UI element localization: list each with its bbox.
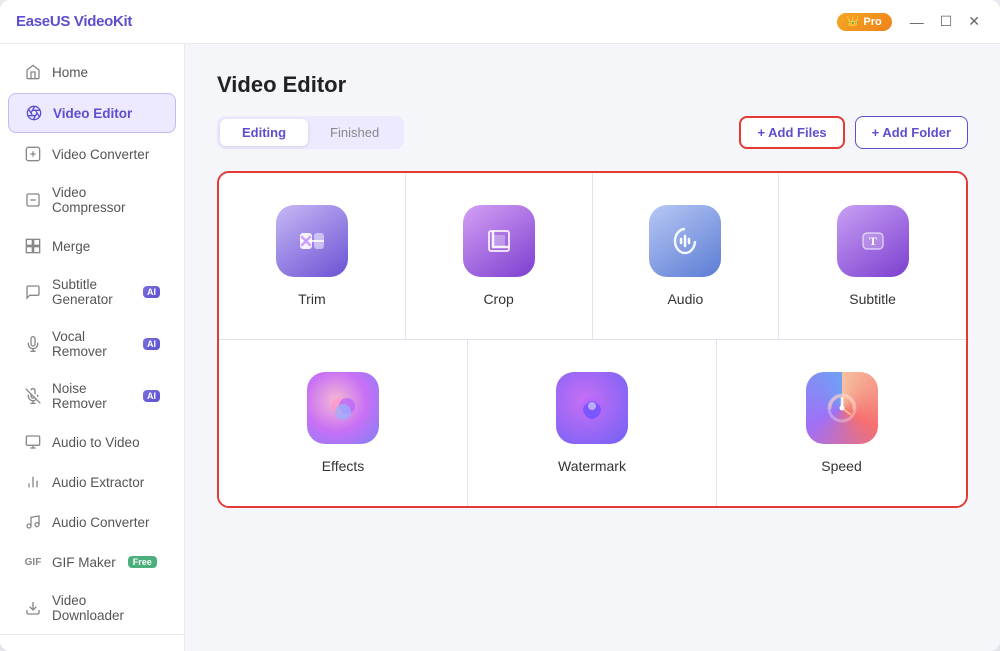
sidebar-item-audio-extractor-label: Audio Extractor <box>52 475 144 490</box>
video-editor-icon <box>25 104 43 122</box>
video-compressor-icon <box>24 191 42 209</box>
video-downloader-icon <box>24 599 42 617</box>
ai-badge-vocal: AI <box>143 338 160 350</box>
page-title: Video Editor <box>217 72 968 98</box>
pro-badge[interactable]: Pro <box>837 13 892 31</box>
sidebar-item-subtitle-generator[interactable]: Subtitle Generator AI <box>8 267 176 317</box>
features-row-1: Trim Crop <box>219 173 966 340</box>
sidebar-item-video-converter-label: Video Converter <box>52 147 149 162</box>
sidebar-item-gif-maker[interactable]: GIF GIF Maker Free <box>8 543 176 581</box>
subtitle-label: Subtitle <box>849 291 896 307</box>
minimize-button[interactable]: — <box>906 12 928 32</box>
content-area: Home Video Editor Video Converter Video … <box>0 44 1000 651</box>
features-grid: Trim Crop <box>217 171 968 508</box>
sidebar-item-audio-to-video-label: Audio to Video <box>52 435 140 450</box>
ai-badge-subtitle: AI <box>143 286 160 298</box>
sidebar-item-audio-to-video[interactable]: Audio to Video <box>8 423 176 461</box>
sidebar: Home Video Editor Video Converter Video … <box>0 44 185 651</box>
gif-maker-icon: GIF <box>24 553 42 571</box>
sidebar-item-home-label: Home <box>52 65 88 80</box>
speed-icon <box>806 372 878 444</box>
noise-remover-icon <box>24 387 42 405</box>
sidebar-item-vocal-remover[interactable]: Vocal Remover AI <box>8 319 176 369</box>
sidebar-item-noise-remover-label: Noise Remover <box>52 381 131 411</box>
feature-subtitle[interactable]: T Subtitle <box>779 173 966 339</box>
sidebar-item-audio-converter-label: Audio Converter <box>52 515 150 530</box>
merge-icon <box>24 237 42 255</box>
audio-extractor-icon <box>24 473 42 491</box>
home-icon <box>24 63 42 81</box>
effects-label: Effects <box>322 458 365 474</box>
feature-audio[interactable]: Audio <box>593 173 780 339</box>
toolbar: Editing Finished + Add Files + Add Folde… <box>217 116 968 149</box>
sidebar-item-noise-remover[interactable]: Noise Remover AI <box>8 371 176 421</box>
tab-editing[interactable]: Editing <box>220 119 308 146</box>
crop-label: Crop <box>483 291 513 307</box>
feature-crop[interactable]: Crop <box>406 173 593 339</box>
audio-converter-icon <box>24 513 42 531</box>
feature-effects[interactable]: Effects <box>219 340 468 506</box>
sidebar-item-home[interactable]: Home <box>8 53 176 91</box>
sidebar-item-audio-extractor[interactable]: Audio Extractor <box>8 463 176 501</box>
feature-speed[interactable]: Speed <box>717 340 966 506</box>
sidebar-item-video-compressor[interactable]: Video Compressor <box>8 175 176 225</box>
sidebar-item-audio-converter[interactable]: Audio Converter <box>8 503 176 541</box>
effects-icon <box>307 372 379 444</box>
title-bar: EaseUS VideoKit Pro — ☐ ✕ <box>0 0 1000 44</box>
svg-text:T: T <box>869 234 877 248</box>
ai-badge-noise: AI <box>143 390 160 402</box>
main-content: Video Editor Editing Finished + Add File… <box>185 44 1000 651</box>
features-row-2: Effects Watermark <box>219 340 966 506</box>
title-bar-controls: Pro — ☐ ✕ <box>837 11 984 32</box>
trim-label: Trim <box>298 291 325 307</box>
sidebar-item-vocal-remover-label: Vocal Remover <box>52 329 131 359</box>
add-files-button[interactable]: + Add Files <box>739 116 844 149</box>
subtitle-generator-icon <box>24 283 42 301</box>
sidebar-item-video-downloader-label: Video Downloader <box>52 593 160 623</box>
feature-watermark[interactable]: Watermark <box>468 340 717 506</box>
sidebar-item-video-compressor-label: Video Compressor <box>52 185 160 215</box>
watermark-label: Watermark <box>558 458 626 474</box>
sidebar-item-video-editor-label: Video Editor <box>53 106 132 121</box>
maximize-button[interactable]: ☐ <box>936 11 957 32</box>
audio-label: Audio <box>667 291 703 307</box>
sidebar-item-gif-maker-label: GIF Maker <box>52 555 116 570</box>
sidebar-item-subtitle-generator-label: Subtitle Generator <box>52 277 131 307</box>
tab-group: Editing Finished <box>217 116 404 149</box>
sidebar-item-video-downloader[interactable]: Video Downloader <box>8 583 176 633</box>
free-badge-gif: Free <box>128 556 157 568</box>
watermark-icon <box>556 372 628 444</box>
sidebar-item-merge-label: Merge <box>52 239 90 254</box>
sidebar-item-merge[interactable]: Merge <box>8 227 176 265</box>
subtitle-icon: T <box>837 205 909 277</box>
app-window: EaseUS VideoKit Pro — ☐ ✕ Home V <box>0 0 1000 651</box>
sidebar-item-video-converter[interactable]: Video Converter <box>8 135 176 173</box>
audio-icon <box>649 205 721 277</box>
video-converter-icon <box>24 145 42 163</box>
trim-icon <box>276 205 348 277</box>
speed-label: Speed <box>821 458 861 474</box>
sidebar-item-video-editor[interactable]: Video Editor <box>8 93 176 133</box>
recently-edited-button[interactable]: Recently Edited › <box>8 643 176 651</box>
action-buttons: + Add Files + Add Folder <box>739 116 968 149</box>
feature-trim[interactable]: Trim <box>219 173 406 339</box>
win-controls: — ☐ ✕ <box>906 11 984 32</box>
crop-icon <box>463 205 535 277</box>
vocal-remover-icon <box>24 335 42 353</box>
add-folder-button[interactable]: + Add Folder <box>855 116 968 149</box>
app-logo: EaseUS VideoKit <box>16 13 132 30</box>
sidebar-footer: Recently Edited › <box>0 634 184 651</box>
tab-finished[interactable]: Finished <box>308 119 401 146</box>
close-button[interactable]: ✕ <box>964 11 984 32</box>
audio-to-video-icon <box>24 433 42 451</box>
